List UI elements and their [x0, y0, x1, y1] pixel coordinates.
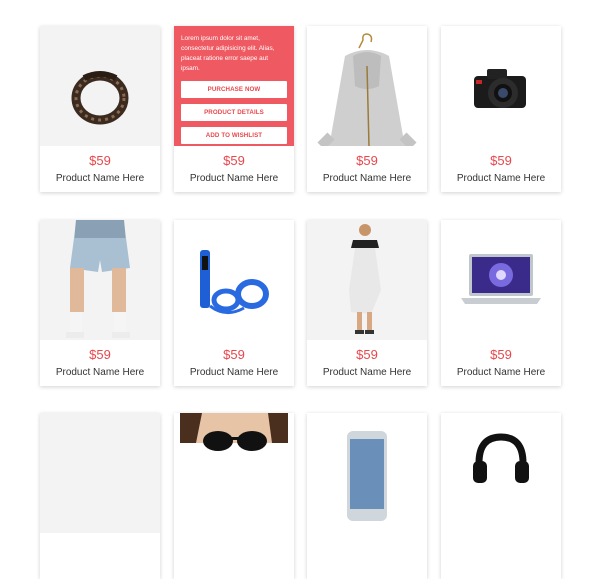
product-thumbnail[interactable]	[307, 220, 427, 340]
product-name[interactable]: Product Name Here	[307, 362, 427, 379]
overlay-description: Lorem ipsum dolor sit amet, consectetur …	[181, 35, 275, 72]
product-card[interactable]: Lorem ipsum dolor sit amet, consectetur …	[174, 26, 294, 192]
headband-image	[71, 71, 129, 125]
product-price: $59	[356, 153, 378, 168]
product-card[interactable]	[40, 413, 160, 579]
laptop-image	[461, 254, 541, 304]
add-to-wishlist-button[interactable]: ADD TO WISHLIST	[181, 127, 287, 144]
product-thumbnail[interactable]	[40, 26, 160, 146]
product-thumbnail[interactable]	[40, 413, 160, 533]
product-thumbnail[interactable]	[441, 413, 561, 533]
product-name[interactable]: Product Name Here	[174, 362, 294, 379]
product-thumbnail[interactable]	[441, 26, 561, 146]
phone-image	[347, 431, 387, 521]
product-thumbnail[interactable]	[307, 413, 427, 533]
product-thumbnail[interactable]	[40, 220, 160, 340]
product-thumbnail[interactable]	[174, 220, 294, 340]
sunglasses-model-image	[180, 413, 288, 451]
product-grid: $59 Product Name Here Lorem ipsum dolor …	[0, 0, 600, 579]
product-name[interactable]: Product Name Here	[40, 168, 160, 185]
product-price: $59	[490, 153, 512, 168]
purchase-now-button[interactable]: PURCHASE NOW	[181, 81, 287, 98]
product-price: $59	[223, 347, 245, 362]
product-card[interactable]: $59 Product Name Here	[40, 26, 160, 192]
product-name[interactable]: Product Name Here	[441, 362, 561, 379]
product-card[interactable]: $59 Product Name Here	[441, 220, 561, 386]
product-name[interactable]: Product Name Here	[307, 168, 427, 185]
product-card[interactable]: $59 Product Name Here	[307, 220, 427, 386]
blank-image	[40, 413, 160, 533]
product-price: $59	[490, 347, 512, 362]
product-price: $59	[223, 153, 245, 168]
product-name[interactable]: Product Name Here	[174, 168, 294, 185]
product-thumbnail[interactable]	[441, 220, 561, 340]
product-card[interactable]	[441, 413, 561, 579]
earphones-image	[200, 250, 269, 314]
product-price: $59	[356, 347, 378, 362]
product-details-button[interactable]: PRODUCT DETAILS	[181, 104, 287, 121]
product-card[interactable]	[307, 413, 427, 579]
product-thumbnail[interactable]	[174, 413, 294, 533]
product-card[interactable]: $59 Product Name Here	[174, 220, 294, 386]
product-card[interactable]: $59 Product Name Here	[40, 220, 160, 386]
camera-image	[474, 69, 526, 108]
hover-overlay: Lorem ipsum dolor sit amet, consectetur …	[174, 26, 294, 146]
product-name[interactable]: Product Name Here	[40, 362, 160, 379]
product-price: $59	[89, 347, 111, 362]
dress-model-image	[349, 224, 381, 334]
product-price: $59	[89, 153, 111, 168]
hoodie-image	[317, 33, 417, 146]
product-name[interactable]: Product Name Here	[441, 168, 561, 185]
product-card[interactable]: $59 Product Name Here	[307, 26, 427, 192]
product-thumbnail[interactable]: Lorem ipsum dolor sit amet, consectetur …	[174, 26, 294, 146]
product-thumbnail[interactable]	[307, 26, 427, 146]
product-card[interactable]	[174, 413, 294, 579]
headphones-image	[473, 433, 529, 483]
product-card[interactable]: $59 Product Name Here	[441, 26, 561, 192]
shorts-model-image	[66, 220, 130, 338]
